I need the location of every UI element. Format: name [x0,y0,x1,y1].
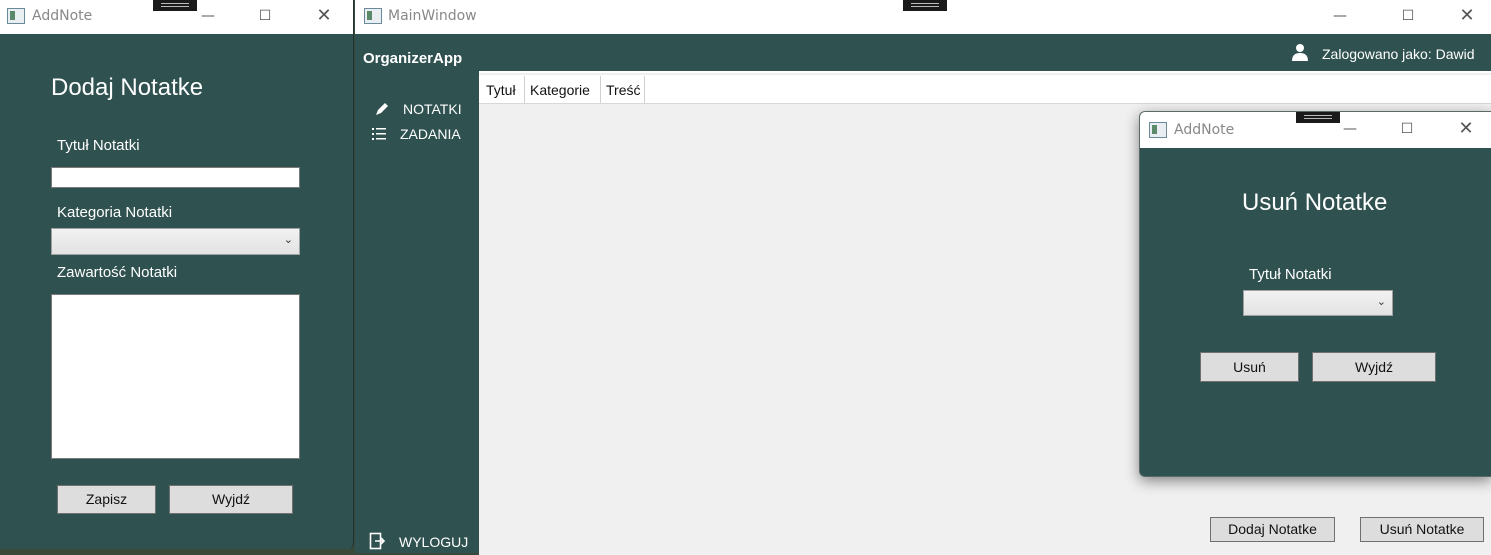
title-label: Tytuł Notatki [57,137,140,154]
user-icon [1292,44,1308,61]
save-button[interactable]: Zapisz [57,485,156,514]
sidebar-item-label: NOTATKI [403,101,462,117]
app-window-icon [1149,122,1167,138]
main-titlebar: MainWindow — ☐ ✕ [355,0,1491,34]
add-note-titlebar: AddNote — ☐ ✕ [0,0,353,34]
close-button[interactable]: ✕ [1451,117,1481,141]
add-note-window: AddNote — ☐ ✕ Dodaj Notatke Tytuł Notatk… [0,0,354,549]
chevron-down-icon: ⌄ [283,233,293,246]
logged-in-user: Zalogowano jako: Dawid [1322,46,1475,62]
title-input[interactable] [51,167,300,188]
maximize-button[interactable]: ☐ [250,4,280,28]
column-header-tresc[interactable]: Treść [601,76,645,103]
minimize-button[interactable]: — [1325,4,1355,28]
minimize-button[interactable]: — [1335,117,1365,141]
chevron-down-icon: ⌄ [1376,295,1386,308]
list-icon [372,128,386,140]
sidebar-item-notatki[interactable]: NOTATKI [371,100,481,120]
dialog-exit-button[interactable]: Wyjdź [1312,352,1436,382]
close-button[interactable]: ✕ [1452,4,1482,28]
dialog-title-select[interactable]: ⌄ [1243,290,1393,316]
app-window-icon [364,8,382,24]
dialog-titlebar: AddNote — ☐ ✕ [1140,112,1491,148]
app-window-icon [7,8,25,24]
main-window-title: MainWindow [388,8,477,24]
delete-note-button[interactable]: Usuń Notatke [1360,517,1484,542]
drag-handle-icon[interactable] [903,0,947,11]
delete-note-dialog: AddNote — ☐ ✕ Usuń Notatke Tytuł Notatki… [1139,111,1491,477]
exit-button[interactable]: Wyjdź [169,485,293,514]
logout-label: WYLOGUJ [399,534,469,550]
add-note-button[interactable]: Dodaj Notatke [1210,517,1335,542]
add-note-window-title: AddNote [32,8,93,24]
column-header-tytul[interactable]: Tytuł [480,76,525,103]
logout-icon [369,532,386,550]
sidebar-item-label: ZADANIA [400,126,461,142]
maximize-button[interactable]: ☐ [1392,117,1422,141]
delete-button[interactable]: Usuń [1200,352,1299,382]
content-label: Zawartość Notatki [57,264,178,281]
category-select[interactable]: ⌄ [51,228,300,255]
drag-handle-icon[interactable] [153,0,197,11]
close-button[interactable]: ✕ [309,4,339,28]
dialog-window-title: AddNote [1174,122,1235,138]
dialog-title-label: Tytuł Notatki [1249,266,1332,283]
content-textarea[interactable] [51,294,300,459]
sidebar-item-zadania[interactable]: ZADANIA [371,125,481,145]
column-header-kategorie[interactable]: Kategorie [525,76,601,103]
dialog-heading: Usuń Notatke [1242,189,1388,216]
logout-button[interactable]: WYLOGUJ [369,531,479,551]
app-name: OrganizerApp [363,50,463,67]
drag-handle-icon[interactable] [1296,112,1340,123]
pencil-icon [376,103,388,115]
maximize-button[interactable]: ☐ [1393,4,1423,28]
minimize-button[interactable]: — [193,4,223,28]
category-label: Kategoria Notatki [57,204,173,221]
page-title: Dodaj Notatke [51,74,204,101]
